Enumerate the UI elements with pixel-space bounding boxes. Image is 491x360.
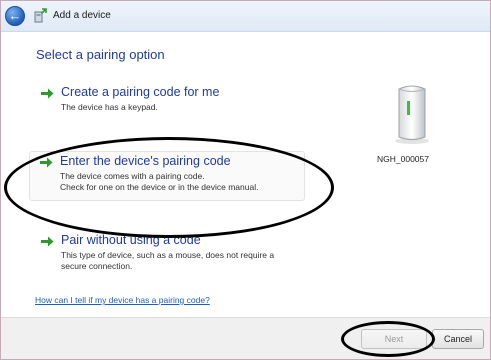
option-description: The device comes with a pairing code. Ch… [60,171,258,193]
device-name-label: NGH_000057 [377,154,429,164]
option-description-line: The device comes with a pairing code. [60,171,205,181]
next-button[interactable]: Next [361,329,427,349]
cancel-button[interactable]: Cancel [432,329,484,349]
option-description-line: This type of device, such as a mouse, do… [61,250,275,260]
option-title: Enter the device's pairing code [60,154,231,168]
option-enter-device-pairing-code[interactable]: Enter the device's pairing code The devi… [29,151,305,201]
option-description-line: The device has a keypad. [61,102,158,112]
option-title: Pair without using a code [61,233,201,247]
green-arrow-icon [41,236,54,247]
help-link[interactable]: How can I tell if my device has a pairin… [35,295,210,305]
add-device-dialog: ← Add a device Select a pairing option C… [0,0,491,360]
green-arrow-icon [41,88,54,99]
option-description-line: secure connection. [61,261,133,271]
option-description: This type of device, such as a mouse, do… [61,250,274,272]
window-title: Add a device [53,10,111,21]
title-bar: ← Add a device [1,1,490,32]
option-title: Create a pairing code for me [61,85,220,99]
option-description-line: Check for one on the device or in the de… [60,182,259,192]
add-device-icon [34,8,47,23]
option-pair-without-code[interactable]: Pair without using a code This type of d… [31,231,301,277]
option-create-pairing-code[interactable]: Create a pairing code for me The device … [31,83,301,117]
dialog-footer: Next Cancel [1,317,490,359]
green-arrow-icon [40,157,53,168]
device-tower-icon[interactable] [391,81,433,145]
page-title: Select a pairing option [36,47,165,62]
back-arrow-icon[interactable]: ← [5,6,25,26]
option-description: The device has a keypad. [61,102,158,113]
